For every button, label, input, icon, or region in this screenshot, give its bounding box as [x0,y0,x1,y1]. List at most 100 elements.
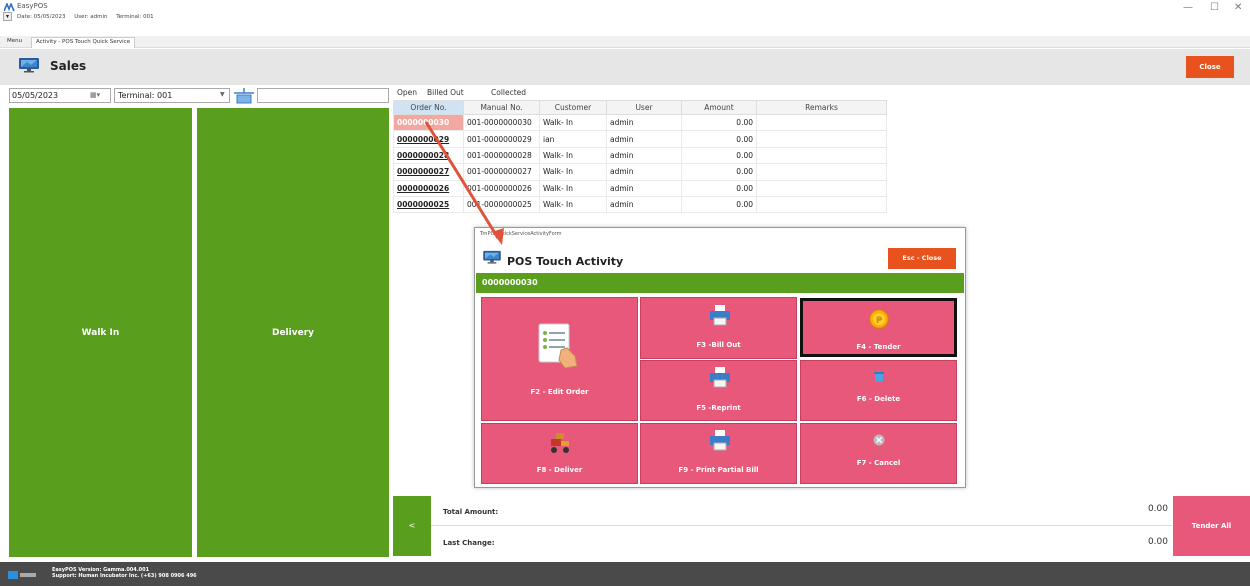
amount-cell: 0.00 [681,113,757,132]
total-amount-value: 0.00 [1147,504,1168,514]
customer-cell: Walk- In [539,163,607,181]
user-cell: admin [606,113,682,132]
bill-out-button[interactable]: F3 -Bill Out [640,297,797,359]
reprint-label: F5 -Reprint [696,404,741,412]
basket-icon[interactable] [232,86,256,104]
tab-billed-out[interactable]: Billed Out [427,88,464,97]
session-date: Date: 05/05/2023 [17,14,66,20]
amount-cell: 0.00 [681,163,757,181]
delete-label: F6 - Delete [856,395,901,403]
search-input[interactable] [257,88,389,103]
menu-toggle-button[interactable]: ▾ [3,12,12,21]
chevron-down-icon[interactable]: ▼ [220,91,225,98]
title-bar [0,0,1250,36]
esc-close-button[interactable]: Esc - Close [888,248,956,269]
total-amount-label: Total Amount: [443,508,499,516]
customer-cell: Walk- In [539,179,607,197]
col-remarks[interactable]: Remarks [756,100,887,115]
tender-all-button[interactable]: Tender All [1173,496,1250,556]
edit-order-icon [538,323,578,369]
delete-button[interactable]: F6 - Delete [800,360,957,421]
user-cell: admin [606,163,682,181]
delivery-button[interactable]: Delivery [197,108,389,557]
remarks-cell [756,195,887,214]
tab-open[interactable]: Open [397,88,417,97]
col-order-no[interactable]: Order No. [393,100,464,115]
cancel-icon [873,434,885,446]
tab-strip [0,36,1250,48]
total-amount-row [431,496,1172,526]
remarks-cell [756,179,887,197]
printer-icon [710,430,730,451]
close-button[interactable]: Close [1186,56,1234,78]
remarks-cell [756,113,887,132]
edit-order-label: F2 - Edit Order [530,388,589,396]
session-terminal: Terminal: 001 [116,14,154,20]
delivery-cart-icon [551,433,569,453]
version-info: EasyPOS Version: Gamma.004.001 Support: … [52,567,197,579]
tab-collected[interactable]: Collected [491,88,526,97]
amount-cell: 0.00 [681,179,757,197]
edit-order-button[interactable]: F2 - Edit Order [481,297,638,421]
col-customer[interactable]: Customer [539,100,607,115]
user-cell: admin [606,146,682,165]
last-change-value: 0.00 [1147,537,1168,547]
table-header-row: Order No. Manual No. Customer User Amoun… [393,100,887,115]
app-logo-icon [4,3,15,12]
remarks-cell [756,163,887,181]
bill-out-label: F3 -Bill Out [696,341,741,349]
sales-header [0,49,1250,85]
minimize-button[interactable]: — [1183,2,1193,13]
user-cell: admin [606,179,682,197]
printer-icon [710,367,730,388]
deliver-label: F8 - Deliver [536,466,583,474]
cancel-button[interactable]: F7 - Cancel [800,423,957,484]
reprint-button[interactable]: F5 -Reprint [640,360,797,421]
walk-in-label: Walk In [81,327,120,338]
walk-in-button[interactable]: Walk In [9,108,192,557]
user-cell: admin [606,130,682,148]
customer-cell: Walk- In [539,195,607,214]
dialog-title: POS Touch Activity [507,255,624,268]
window-close-button[interactable]: ✕ [1234,2,1242,13]
amount-cell: 0.00 [681,130,757,148]
customer-cell: Walk- In [539,113,607,132]
selected-order-number: 0000000030 [476,273,964,293]
tender-button[interactable]: ₱ F4 - Tender [800,298,957,357]
tab-activity[interactable]: Activity - POS Touch Quick Service [31,37,136,48]
amount-cell: 0.00 [681,146,757,165]
amount-cell: 0.00 [681,195,757,214]
session-user: User: admin [74,14,108,20]
session-info: Date: 05/05/2023 User: admin Terminal: 0… [17,14,161,20]
monitor-icon [483,250,501,264]
col-manual-no[interactable]: Manual No. [463,100,540,115]
tab-menu[interactable]: Menu [3,37,26,48]
terminal-select[interactable]: Terminal: 001 [114,88,230,103]
svg-text:₱: ₱ [876,316,883,326]
delivery-label: Delivery [271,327,315,338]
restore-button[interactable]: ☐ [1210,2,1219,13]
printer-icon [710,305,730,326]
app-title: EasyPOS [17,2,48,10]
tender-label: F4 - Tender [856,343,901,351]
back-button[interactable]: < [393,496,431,556]
coin-icon: ₱ [869,309,889,329]
deliver-button[interactable]: F8 - Deliver [481,423,638,484]
support-text: Support: Human Incubator Inc. (+63) 908 … [52,573,197,579]
monitor-icon [19,58,39,73]
col-user[interactable]: User [606,100,682,115]
remarks-cell [756,146,887,165]
remarks-cell [756,130,887,148]
easypos-logo-icon [8,571,36,579]
page-title: Sales [50,59,87,73]
col-amount[interactable]: Amount [681,100,757,115]
print-partial-bill-label: F9 - Print Partial Bill [678,466,759,474]
print-partial-bill-button[interactable]: F9 - Print Partial Bill [640,423,797,484]
cancel-label: F7 - Cancel [856,459,901,467]
last-change-label: Last Change: [443,539,495,547]
annotation-arrow [424,121,504,245]
customer-cell: Walk- In [539,146,607,165]
customer-cell: ian [539,130,607,148]
trash-icon [874,372,884,382]
calendar-icon[interactable]: ▦▾ [90,91,100,99]
